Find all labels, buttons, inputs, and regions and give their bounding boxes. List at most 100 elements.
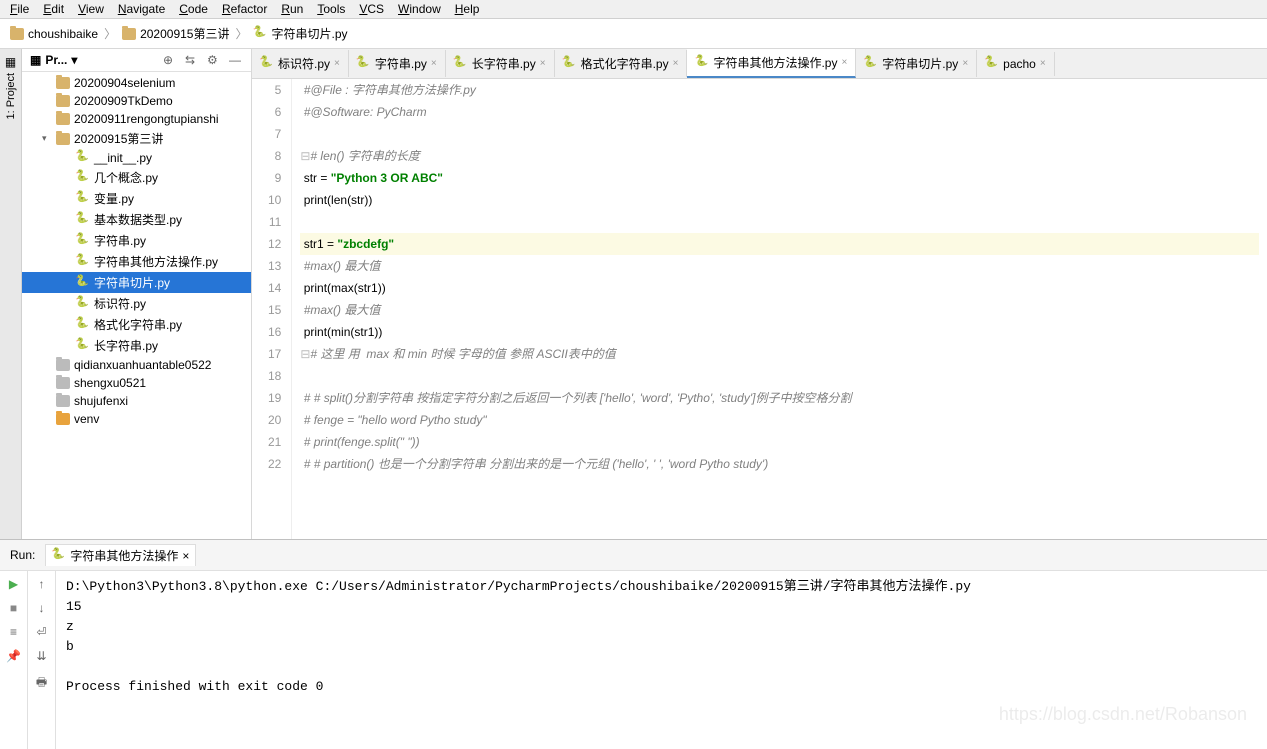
code-line-14[interactable]: print(max(str1)) [300, 277, 1259, 299]
menu-navigate[interactable]: Navigate [118, 2, 165, 16]
close-icon[interactable]: × [962, 58, 968, 69]
tree-item-9[interactable]: 字符串其他方法操作.py [22, 251, 251, 272]
code-line-11[interactable] [300, 211, 1259, 233]
tree-item-4[interactable]: __init__.py [22, 149, 251, 167]
menu-refactor[interactable]: Refactor [222, 2, 267, 16]
code-line-22[interactable]: # # partition() 也是一个分割字符串 分割出来的是一个元组 ('h… [300, 453, 1259, 475]
code-line-9[interactable]: str = "Python 3 OR ABC" [300, 167, 1259, 189]
tree-item-2[interactable]: 20200911rengongtupianshi [22, 110, 251, 128]
menu-file[interactable]: File [10, 2, 29, 16]
tree-item-11[interactable]: 标识符.py [22, 293, 251, 314]
tree-item-6[interactable]: 变量.py [22, 188, 251, 209]
close-icon[interactable]: × [1040, 58, 1046, 69]
close-icon[interactable]: × [334, 58, 340, 69]
run-label: Run: [10, 548, 35, 562]
tree-item-3[interactable]: ▾20200915第三讲 [22, 128, 251, 149]
code-lines[interactable]: #@File : 字符串其他方法操作.py #@Software: PyChar… [292, 79, 1267, 539]
python-icon [76, 234, 90, 248]
sidebar-title[interactable]: ▦ Pr... ▾ [30, 53, 155, 67]
menu-tools[interactable]: Tools [317, 2, 345, 16]
editor-tabs: 标识符.py×字符串.py×长字符串.py×格式化字符串.py×字符串其他方法操… [252, 49, 1267, 79]
close-icon[interactable]: × [540, 58, 546, 69]
wrap-icon[interactable]: ⏎ [36, 625, 46, 639]
collapse-icon[interactable]: ⇆ [185, 53, 199, 67]
editor-tab-6[interactable]: pacho× [977, 52, 1055, 76]
tree-item-label: venv [74, 412, 99, 426]
code-line-21[interactable]: # print(fenge.split(" ")) [300, 431, 1259, 453]
pin-icon[interactable]: 📌 [6, 649, 21, 663]
sidebar-header: ▦ Pr... ▾ ⊕ ⇆ ⚙ — [22, 49, 251, 72]
menu-edit[interactable]: Edit [43, 2, 64, 16]
hide-icon[interactable]: — [229, 53, 243, 67]
close-icon[interactable]: × [182, 549, 189, 563]
editor-tab-3[interactable]: 格式化字符串.py× [555, 50, 688, 77]
editor-tab-1[interactable]: 字符串.py× [349, 50, 446, 77]
breadcrumb-mid[interactable]: 20200915第三讲 [122, 25, 229, 42]
editor-tab-4[interactable]: 字符串其他方法操作.py× [687, 49, 856, 78]
code-line-19[interactable]: # # split()分割字符串 按指定字符分割之后返回一个列表 ['hello… [300, 387, 1259, 409]
tree-item-12[interactable]: 格式化字符串.py [22, 314, 251, 335]
tree-item-15[interactable]: shengxu0521 [22, 374, 251, 392]
code-line-7[interactable] [300, 123, 1259, 145]
code-line-20[interactable]: # fenge = "hello word Pytho study" [300, 409, 1259, 431]
tree-item-label: 基本数据类型.py [94, 211, 182, 228]
project-tool-label[interactable]: 1: Project [5, 69, 17, 123]
close-icon[interactable]: × [431, 58, 437, 69]
tree-item-0[interactable]: 20200904selenium [22, 74, 251, 92]
rerun-icon[interactable]: ▶ [9, 577, 18, 591]
breadcrumb-file[interactable]: 字符串切片.py [254, 25, 348, 42]
run-tab[interactable]: 字符串其他方法操作 × [45, 544, 196, 566]
menu-run[interactable]: Run [281, 2, 303, 16]
code-line-6[interactable]: #@Software: PyCharm [300, 101, 1259, 123]
run-panel: Run: 字符串其他方法操作 × ▶ ■ ≡ 📌 ↑ ↓ ⏎ ⇊ 🖶 D:\Py… [0, 539, 1267, 749]
tree-item-1[interactable]: 20200909TkDemo [22, 92, 251, 110]
folder-icon [10, 28, 24, 40]
tree-item-16[interactable]: shujufenxi [22, 392, 251, 410]
project-tree[interactable]: 20200904selenium20200909TkDemo20200911re… [22, 72, 251, 539]
tree-item-17[interactable]: venv [22, 410, 251, 428]
breadcrumb-root[interactable]: choushibaike [10, 27, 98, 41]
layout-icon[interactable]: ≡ [10, 625, 17, 639]
code-editor[interactable]: 5678910111213141516171819202122 #@File :… [252, 79, 1267, 539]
tree-item-8[interactable]: 字符串.py [22, 230, 251, 251]
expand-icon[interactable]: ▾ [42, 133, 52, 144]
menu-bar: File Edit View Navigate Code Refactor Run Tools… [0, 0, 1267, 19]
tree-item-10[interactable]: 字符串切片.py [22, 272, 251, 293]
tree-item-7[interactable]: 基本数据类型.py [22, 209, 251, 230]
close-icon[interactable]: × [673, 58, 679, 69]
stop-icon[interactable]: ■ [10, 601, 17, 615]
menu-help[interactable]: Help [455, 2, 480, 16]
run-output[interactable]: D:\Python3\Python3.8\python.exe C:/Users… [56, 571, 1267, 749]
code-line-18[interactable] [300, 365, 1259, 387]
print-icon[interactable]: 🖶 [36, 673, 47, 694]
editor-tab-5[interactable]: 字符串切片.py× [856, 50, 977, 77]
menu-code[interactable]: Code [179, 2, 208, 16]
code-line-10[interactable]: print(len(str)) [300, 189, 1259, 211]
tree-item-13[interactable]: 长字符串.py [22, 335, 251, 356]
editor-tab-0[interactable]: 标识符.py× [252, 50, 349, 77]
code-line-17[interactable]: ⊟# 这里 用 max 和 min 时候 字母的值 参照 ASCII表中的值 [300, 343, 1259, 365]
code-line-5[interactable]: #@File : 字符串其他方法操作.py [300, 79, 1259, 101]
tree-item-5[interactable]: 几个概念.py [22, 167, 251, 188]
close-icon[interactable]: × [841, 57, 847, 68]
python-icon [76, 339, 90, 353]
down-icon[interactable]: ↓ [39, 601, 45, 615]
scroll-icon[interactable]: ⇊ [36, 649, 46, 663]
project-tool-icon[interactable]: ▦ [5, 55, 16, 69]
menu-window[interactable]: Window [398, 2, 441, 16]
editor-tab-2[interactable]: 长字符串.py× [446, 50, 555, 77]
up-icon[interactable]: ↑ [39, 577, 45, 591]
tree-item-label: shengxu0521 [74, 376, 146, 390]
menu-vcs[interactable]: VCS [359, 2, 384, 16]
code-line-15[interactable]: #max() 最大值 [300, 299, 1259, 321]
code-line-12[interactable]: str1 = "zbcdefg" [300, 233, 1259, 255]
menu-view[interactable]: View [78, 2, 104, 16]
locate-icon[interactable]: ⊕ [163, 53, 177, 67]
folder-icon [56, 113, 70, 125]
code-line-16[interactable]: print(min(str1)) [300, 321, 1259, 343]
tree-item-14[interactable]: qidianxuanhuantable0522 [22, 356, 251, 374]
gear-icon[interactable]: ⚙ [207, 53, 221, 67]
code-line-8[interactable]: ⊟# len() 字符串的长度 [300, 145, 1259, 167]
tree-item-label: 字符串其他方法操作.py [94, 253, 218, 270]
code-line-13[interactable]: #max() 最大值 [300, 255, 1259, 277]
